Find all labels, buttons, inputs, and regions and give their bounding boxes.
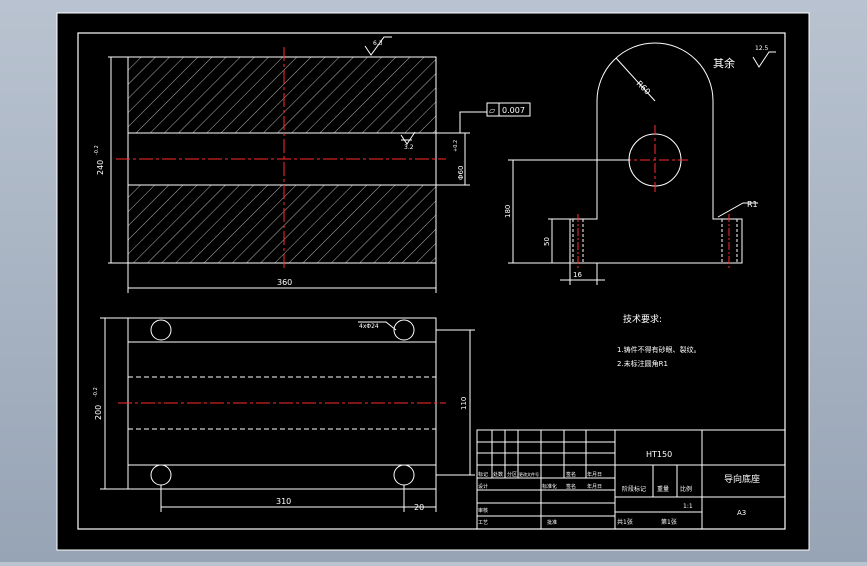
note-item: 1.铸件不得有砂眼、裂纹。 (617, 345, 701, 354)
roughness-general-value: 12.5 (755, 45, 769, 52)
roughness-bore-value: 3.2 (404, 144, 414, 151)
weight-label: 重量 (657, 485, 669, 493)
cad-drawing: 其余 12.5 6.3 3.2 ▱ 0.007 240 -0.2 Φ60 +0.… (56, 12, 810, 551)
flatness-value: 0.007 (502, 106, 525, 115)
dim-240-tol: -0.2 (94, 145, 100, 155)
tb-header: 更改文件号 (519, 471, 539, 477)
dim-50-label: 50 (543, 237, 551, 246)
cad-viewport: 其余 12.5 6.3 3.2 ▱ 0.007 240 -0.2 Φ60 +0.… (0, 0, 867, 562)
tb-header: 处数 (493, 471, 503, 478)
tb-sign: 签名 (566, 483, 576, 490)
tb-standard: 标准化 (542, 483, 557, 490)
dim-20-label: 20 (414, 503, 424, 512)
dim-r1-label: R1 (747, 200, 758, 209)
roughness-general-label: 其余 (713, 56, 735, 70)
tb-process: 工艺 (478, 520, 488, 526)
scale-value: 1:1 (683, 503, 693, 510)
flatness-symbol: ▱ (489, 106, 496, 115)
tb-header: 年月日 (587, 471, 602, 478)
dim-200-tol: -0.2 (93, 387, 99, 397)
dim-110-label: 110 (460, 397, 468, 410)
dim-310-label: 310 (276, 497, 291, 506)
notes-title: 技术要求: (623, 313, 662, 325)
stage-label: 阶段标记 (622, 485, 646, 493)
dim-bore-tol: +0.2 (453, 140, 459, 152)
tb-review: 审核 (478, 507, 488, 514)
material-label: HT150 (646, 450, 672, 459)
dim-240-label: 240 (96, 160, 105, 175)
tb-design: 设计 (478, 483, 488, 490)
part-name: 导向底座 (724, 473, 760, 485)
drawing-number: A3 (737, 509, 746, 517)
section-hatch-bottom (127, 184, 437, 264)
tb-header: 分区 (507, 471, 517, 478)
dim-180-label: 180 (504, 205, 512, 218)
dim-bore-label: Φ60 (457, 166, 465, 180)
dim-16-label: 16 (573, 271, 582, 279)
total-sheets: 共1张 (617, 518, 633, 526)
dim-holes-label: 4xΦ24 (359, 323, 379, 330)
tb-approve: 批准 (547, 519, 557, 526)
section-hatch-top (127, 56, 437, 134)
dim-200-label: 200 (94, 405, 103, 420)
tb-date: 年月日 (587, 483, 602, 490)
note-item: 2.未标注圆角R1 (617, 359, 668, 368)
dim-360-label: 360 (277, 278, 292, 287)
sheet-info: 第1张 (661, 518, 677, 526)
scale-label: 比例 (680, 485, 692, 493)
roughness-top-value: 6.3 (373, 40, 383, 47)
tb-header: 标记 (478, 471, 488, 478)
tb-header: 签名 (566, 471, 576, 478)
